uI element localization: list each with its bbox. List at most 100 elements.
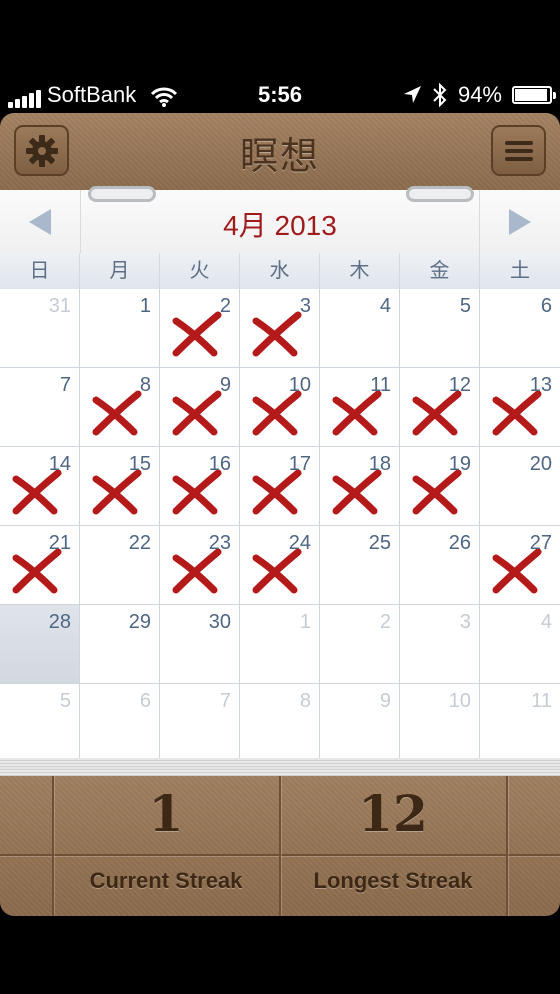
day-number: 8: [299, 690, 311, 712]
x-mark-icon: [172, 311, 222, 357]
day-cell[interactable]: 28: [0, 605, 80, 684]
month-bar: 4月 2013: [0, 190, 560, 254]
day-cell[interactable]: 9: [160, 368, 240, 447]
day-cell[interactable]: 8: [80, 368, 160, 447]
current-streak-value: 1: [148, 784, 184, 843]
longest-streak-label: Longest Streak: [313, 868, 473, 893]
next-month-button[interactable]: [479, 190, 560, 253]
status-bar: SoftBank 5:56 94%: [0, 72, 560, 116]
location-icon: [403, 86, 421, 103]
day-number: 9: [219, 374, 231, 396]
day-number: 7: [59, 374, 71, 396]
day-cell[interactable]: 4: [480, 605, 560, 684]
day-number: 5: [459, 295, 471, 317]
day-number: 18: [368, 453, 391, 475]
day-number: 6: [139, 690, 151, 712]
day-cell[interactable]: 5: [400, 289, 480, 368]
day-cell[interactable]: 12: [400, 368, 480, 447]
day-cell[interactable]: 29: [80, 605, 160, 684]
day-cell[interactable]: 4: [320, 289, 400, 368]
weekday-label: 水: [240, 253, 320, 289]
weekday-label: 日: [0, 253, 80, 289]
day-cell[interactable]: 6: [480, 289, 560, 368]
day-number: 12: [448, 374, 471, 396]
month-label: 4月 2013: [223, 210, 337, 241]
day-cell[interactable]: 1: [240, 605, 320, 684]
day-cell[interactable]: 27: [480, 526, 560, 605]
day-number: 26: [448, 532, 471, 554]
day-cell[interactable]: 13: [480, 368, 560, 447]
day-cell[interactable]: 24: [240, 526, 320, 605]
day-number: 1: [299, 611, 311, 633]
day-number: 10: [448, 690, 471, 712]
day-cell[interactable]: 14: [0, 447, 80, 526]
page-stack-edge: [0, 758, 560, 776]
day-cell[interactable]: 17: [240, 447, 320, 526]
current-streak-caption: Current Streak: [53, 868, 279, 894]
weekday-header: 日 月 火 水 木 金 土: [0, 253, 560, 290]
day-number: 11: [531, 690, 552, 712]
day-cell[interactable]: 2: [160, 289, 240, 368]
day-cell[interactable]: 1: [80, 289, 160, 368]
battery-icon: [512, 86, 556, 104]
day-number: 21: [48, 532, 71, 554]
x-mark-icon: [172, 390, 222, 436]
day-cell[interactable]: 3: [240, 289, 320, 368]
day-cell[interactable]: 19: [400, 447, 480, 526]
day-cell[interactable]: 6: [80, 684, 160, 763]
longest-streak-caption: Longest Streak: [280, 868, 506, 894]
day-number: 7: [219, 690, 231, 712]
day-cell[interactable]: 16: [160, 447, 240, 526]
weekday-label: 金: [400, 253, 480, 289]
day-cell[interactable]: 9: [320, 684, 400, 763]
day-cell[interactable]: 7: [160, 684, 240, 763]
day-number: 22: [128, 532, 151, 554]
arrow-right-icon: [509, 208, 531, 235]
day-number: 14: [48, 453, 71, 475]
day-number: 13: [529, 374, 552, 396]
day-cell[interactable]: 23: [160, 526, 240, 605]
day-number: 6: [540, 295, 552, 317]
weekday-label: 土: [510, 260, 530, 282]
day-cell[interactable]: 15: [80, 447, 160, 526]
day-cell[interactable]: 21: [0, 526, 80, 605]
stats-panel: 1 Current Streak 12 Longest Streak: [0, 776, 560, 916]
menu-button[interactable]: [491, 125, 546, 176]
day-cell[interactable]: 31: [0, 289, 80, 368]
current-streak-label: Current Streak: [89, 868, 243, 893]
day-cell[interactable]: 22: [80, 526, 160, 605]
day-cell[interactable]: 10: [240, 368, 320, 447]
day-number: 2: [219, 295, 231, 317]
day-cell[interactable]: 7: [0, 368, 80, 447]
day-number: 10: [288, 374, 311, 396]
day-cell[interactable]: 26: [400, 526, 480, 605]
weekday-label: 木: [320, 253, 400, 289]
day-cell[interactable]: 25: [320, 526, 400, 605]
day-cell[interactable]: 10: [400, 684, 480, 763]
calendar: 4月 2013 日 月 火 水 木 金 土 31 1 2 3 4 5 6 7 8 9 10 11 12 1…: [0, 186, 560, 763]
arrow-left-icon: [29, 208, 51, 235]
day-number: 25: [368, 532, 391, 554]
x-mark-icon: [252, 311, 302, 357]
bluetooth-icon: [433, 83, 447, 107]
day-number: 31: [48, 295, 71, 317]
day-cell[interactable]: 3: [400, 605, 480, 684]
day-cell[interactable]: 8: [240, 684, 320, 763]
day-cell[interactable]: 11: [480, 684, 560, 763]
day-number: 3: [299, 295, 311, 317]
day-number: 5: [59, 690, 71, 712]
day-number: 20: [529, 453, 552, 475]
day-cell[interactable]: 11: [320, 368, 400, 447]
longest-streak-value: 12: [358, 784, 428, 843]
prev-month-button[interactable]: [0, 190, 81, 253]
day-number: 3: [459, 611, 471, 633]
weekday-label: 月: [80, 253, 160, 289]
day-cell[interactable]: 30: [160, 605, 240, 684]
day-cell[interactable]: 20: [480, 447, 560, 526]
day-cell[interactable]: 2: [320, 605, 400, 684]
day-number: 15: [128, 453, 151, 475]
day-cell[interactable]: 5: [0, 684, 80, 763]
day-number: 4: [379, 295, 391, 317]
day-cell[interactable]: 18: [320, 447, 400, 526]
binder-clip: [406, 186, 474, 202]
